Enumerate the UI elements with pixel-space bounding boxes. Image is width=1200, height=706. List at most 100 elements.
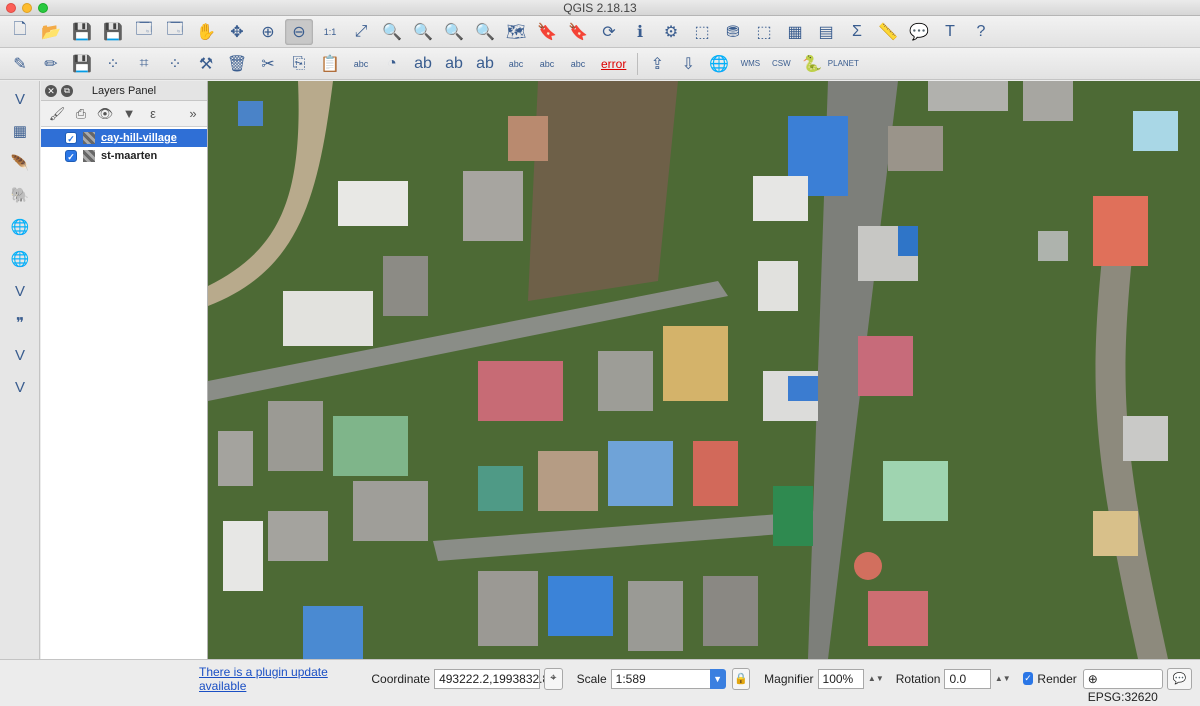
crs-button[interactable]: ⊕ EPSG:32620 [1082,668,1163,704]
show-bookmarks-icon[interactable]: 🔖 [564,19,592,45]
pan-map-icon[interactable]: ✋ [192,19,220,45]
new-bookmark-icon[interactable]: 🔖 [533,19,561,45]
add-delimited-text-icon[interactable]: ❞ [5,309,35,337]
select-by-value-icon[interactable]: ⛃ [719,19,747,45]
render-checkbox[interactable]: ✓ [1022,672,1034,685]
add-postgis-icon[interactable]: 🐘 [5,181,35,209]
refresh-icon[interactable]: ⟳ [595,19,623,45]
move-label-icon[interactable]: abc [502,51,530,77]
add-group-icon[interactable]: ⎙ [71,104,91,124]
open-project-icon[interactable]: 📂 [37,19,65,45]
upload-icon[interactable]: ⇪ [643,51,671,77]
toggle-extents-icon[interactable]: ⌖ [544,667,563,690]
zoom-next-icon[interactable]: 🔍 [471,19,499,45]
copy-features-icon[interactable]: ⎘ [285,51,313,77]
maximize-window-button[interactable] [38,3,48,13]
add-virtual-layer-icon[interactable]: V [5,341,35,369]
node-tool-icon[interactable]: ⁘ [161,51,189,77]
zoom-full-icon[interactable]: ⤢ [347,19,375,45]
map-canvas[interactable] [208,81,1200,659]
window-title: QGIS 2.18.13 [563,1,637,15]
magnifier-field[interactable]: 100% [817,668,864,689]
layer-visibility-checkbox[interactable]: ✓ [65,150,77,162]
layer-item-st-maarten[interactable]: ✓ st-maarten [41,147,207,165]
messages-icon[interactable]: 💬 [1166,667,1192,690]
csw-icon[interactable]: CSW [767,51,795,77]
text-annotation-icon[interactable]: T [936,19,964,45]
new-print-composer-icon[interactable]: 🗔 [130,19,158,45]
highlight-pinned-icon[interactable]: ab [440,51,468,77]
add-raster-layer-icon[interactable]: ▦ [5,117,35,145]
move-feature-icon[interactable]: ⌗ [130,51,158,77]
composer-manager-icon[interactable]: 🗔 [161,19,189,45]
diagram-icon[interactable]: ◔ [378,51,406,77]
add-wcs-icon[interactable]: 🌐 [5,245,35,273]
paste-features-icon[interactable]: 📋 [316,51,344,77]
close-window-button[interactable] [6,3,16,13]
zoom-in-icon[interactable]: ⊕ [254,19,282,45]
scale-combo[interactable]: 1:589 ▼ [607,668,726,689]
magnifier-spinner-icon[interactable]: ▲▼ [868,674,884,683]
expression-filter-icon[interactable]: ε [143,104,163,124]
save-project-icon[interactable]: 💾 [68,19,96,45]
deselect-icon[interactable]: ⬚ [750,19,778,45]
zoom-to-layer-icon[interactable]: 🔍 [409,19,437,45]
measure-icon[interactable]: 📏 [874,19,902,45]
rotation-field[interactable]: 0.0 [944,668,991,689]
zoom-to-selection-icon[interactable]: 🔍 [378,19,406,45]
change-label-icon[interactable]: abc [564,51,592,77]
add-feature-icon[interactable]: ⁘ [99,51,127,77]
minimize-window-button[interactable] [22,3,32,13]
field-calculator-icon[interactable]: ▤ [812,19,840,45]
cut-features-icon[interactable]: ✂ [254,51,282,77]
run-action-icon[interactable]: ⚙ [657,19,685,45]
save-edits-icon[interactable]: 💾 [68,51,96,77]
add-vector-layer-icon[interactable]: V [5,85,35,113]
layer-visibility-checkbox[interactable]: ✓ [65,132,77,144]
save-as-icon[interactable]: 💾 [99,19,127,45]
coordinate-field[interactable]: 493222.2,1993832.8 [434,668,549,689]
map-tips-icon[interactable]: 💬 [905,19,933,45]
toggle-editing-icon[interactable]: ✏ [37,51,65,77]
help-icon[interactable]: ? [967,19,995,45]
rotate-label-icon[interactable]: abc [533,51,561,77]
float-panel-icon[interactable]: ⧉ [61,85,73,97]
select-features-icon[interactable]: ⬚ [688,19,716,45]
show-hide-labels-icon[interactable]: ab [471,51,499,77]
current-edits-icon[interactable]: ✎ [6,51,34,77]
rotation-spinner-icon[interactable]: ▲▼ [995,674,1011,683]
close-panel-icon[interactable]: ✕ [45,85,57,97]
attribute-table-icon[interactable]: ▦ [781,19,809,45]
pan-to-selection-icon[interactable]: ✥ [223,19,251,45]
overflow-icon[interactable]: » [183,104,203,124]
planet-labs-icon[interactable]: PLANET [828,51,859,77]
label-icon[interactable]: abc [347,51,375,77]
add-wms-icon[interactable]: 🌐 [5,213,35,241]
python-icon[interactable]: 🐍 [798,51,826,77]
delete-selected-icon[interactable]: 🗑 [223,51,251,77]
plugin-update-link[interactable]: There is a plugin update available [199,665,347,693]
filter-icon[interactable]: ▼ [119,104,139,124]
zoom-native-icon[interactable]: 1:1 [316,19,344,45]
wms-icon[interactable]: WMS [736,51,764,77]
visibility-icon[interactable]: 👁 [95,104,115,124]
new-shapefile-icon[interactable]: V [5,373,35,401]
zoom-last-icon[interactable]: 🔍 [440,19,468,45]
layer-item-cay-hill-village[interactable]: ✓ cay-hill-village [41,129,207,147]
new-project-icon[interactable]: 🗋 [6,19,34,45]
identify-icon[interactable]: ℹ [626,19,654,45]
style-icon[interactable]: 🖌 [47,104,67,124]
pin-labels-icon[interactable]: ab [409,51,437,77]
web-globe-icon[interactable]: 🌐 [705,51,733,77]
download-icon[interactable]: ⇩ [674,51,702,77]
add-spatialite-icon[interactable]: 🪶 [5,149,35,177]
merge-icon[interactable]: ⚒ [192,51,220,77]
chevron-down-icon[interactable]: ▼ [709,668,726,689]
zoom-out-icon[interactable]: ⊖ [285,18,313,45]
lock-scale-icon[interactable]: 🔒 [731,667,751,690]
plugin-error-link[interactable]: error [601,57,626,71]
add-wfs-icon[interactable]: V [5,277,35,305]
new-map-view-icon[interactable]: 🗺 [502,19,530,45]
statistics-icon[interactable]: Σ [843,19,871,45]
scale-field[interactable]: 1:589 [610,668,711,689]
